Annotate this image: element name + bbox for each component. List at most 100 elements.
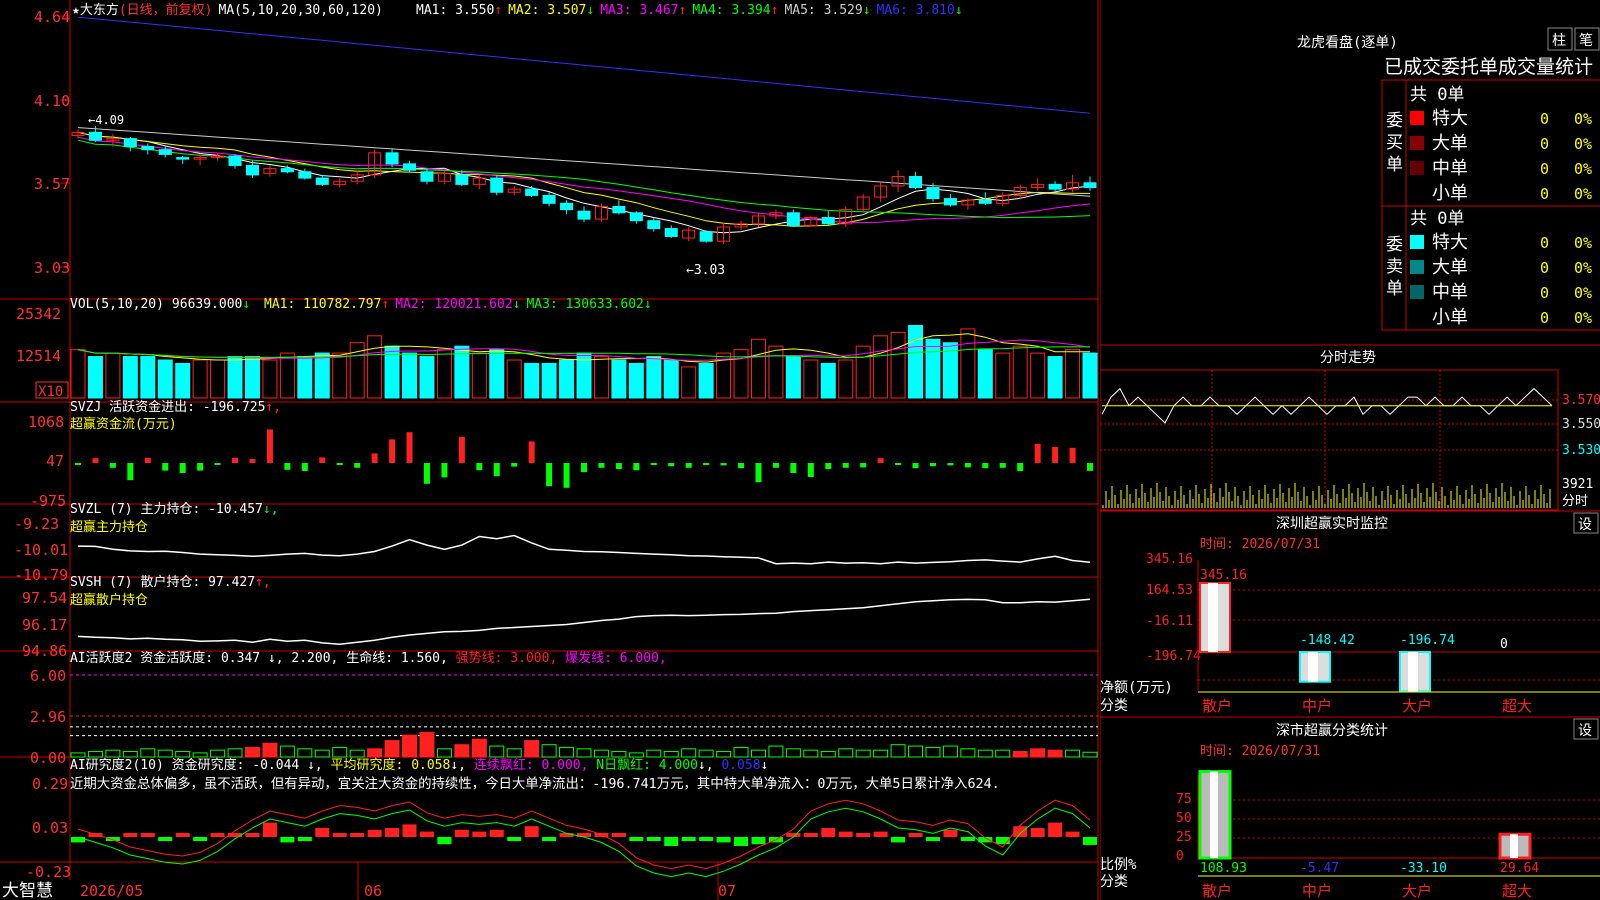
tick-mode-label[interactable]: 笔 <box>1579 33 1593 49</box>
fund-flow-panel[interactable] <box>75 429 1093 488</box>
fund-flow-bar <box>511 463 518 467</box>
y-tick: 0.03 <box>32 819 68 837</box>
order-color-swatch <box>1410 310 1424 324</box>
activity-bar <box>541 744 557 758</box>
fund-flow-bar <box>947 463 954 466</box>
fund-flow-bar <box>790 463 797 473</box>
research-bar <box>751 837 766 845</box>
activity-bar <box>716 751 732 758</box>
monitor-bar-highlight <box>1308 652 1318 682</box>
research-bar <box>315 828 330 837</box>
research-part: ↓ <box>761 758 769 773</box>
volume-bar <box>87 356 103 399</box>
fund-flow-bar <box>354 463 361 468</box>
activity-bar <box>873 749 889 758</box>
classify-category: 散户 <box>1202 882 1232 900</box>
activity-bar <box>838 748 854 758</box>
fund-flow-bar <box>458 437 465 463</box>
order-color-swatch <box>1410 136 1424 150</box>
candle-body <box>612 205 626 214</box>
research-bar <box>943 829 958 837</box>
right-side-panel[interactable]: 龙虎看盘(逐单) 柱 笔 已成交委托单成交量统计 委买单共 0单特大 0 0%大单 0… <box>1100 0 1600 900</box>
fund-flow-bar <box>476 463 483 471</box>
bar-mode-label[interactable]: 柱 <box>1552 33 1566 49</box>
date-label: 07 <box>718 882 736 900</box>
side-label-char: 卖 <box>1386 257 1403 277</box>
intraday-vol-unit: 分时 <box>1562 494 1588 509</box>
fund-flow-bar <box>825 463 832 469</box>
candle-body <box>943 198 957 206</box>
order-count: 0 <box>1540 135 1549 153</box>
monitor-settings-label[interactable]: 设 <box>1578 517 1592 533</box>
monitor-y-tick: 164.53 <box>1146 583 1193 598</box>
main-holding-panel[interactable] <box>77 534 1091 565</box>
retail-holding-panel[interactable] <box>77 598 1091 646</box>
classify-value-label: -5.47 <box>1300 861 1339 876</box>
activity-bar <box>140 748 156 758</box>
monitor-value-label: 0 <box>1500 637 1508 652</box>
date-axis: 大智慧 2026/05 06 07 <box>2 881 736 900</box>
classify-y-tick: 25 <box>1176 830 1192 845</box>
dragon-tiger-panel: 龙虎看盘(逐单) 柱 笔 已成交委托单成交量统计 委买单共 0单特大 0 0%大单 0… <box>1100 0 1600 345</box>
classify-chart: 75 50 25 0 108.93 散户 -5.47 中户 -33.10 大户 29.64 超大 <box>1176 770 1600 900</box>
fund-flow-bar <box>650 463 657 465</box>
classify-y-tick: 50 <box>1176 811 1192 826</box>
y-tick: -10.01 <box>14 541 68 559</box>
order-type-label: 中单 <box>1432 282 1468 303</box>
y-tick: 1068 <box>28 413 64 431</box>
volume-bar <box>803 359 819 399</box>
category-stats-panel[interactable]: 深市超赢分类统计 设 时间: 2026/07/31 75 50 25 0 108.93 散… <box>1100 716 1600 900</box>
classify-value-label: -33.10 <box>1400 861 1447 876</box>
ma-value: MA1: 3.550 <box>416 3 494 18</box>
fund-flow-bar <box>319 457 326 463</box>
order-total: 共 0单 <box>1410 209 1464 229</box>
order-pct: 0% <box>1574 110 1592 128</box>
fund-flow-bar <box>982 463 989 469</box>
research-bar <box>402 824 417 837</box>
volume-bar <box>750 338 766 399</box>
activity-bar <box>960 748 976 758</box>
side-label-char: 单 <box>1386 155 1403 175</box>
research-bar <box>210 833 225 837</box>
candle-body <box>298 171 312 179</box>
activity-part: ↓, 2.200, <box>268 651 346 666</box>
order-pct: 0% <box>1574 234 1592 252</box>
classify-settings-label[interactable]: 设 <box>1578 723 1592 739</box>
low-marker: ←3.03 <box>686 263 725 278</box>
candle-body <box>420 171 434 182</box>
research-bar <box>193 837 208 841</box>
price-panel[interactable]: ←4.09 ←3.03 <box>71 16 1097 278</box>
research-part: 0.058 <box>721 758 760 773</box>
fund-flow-bar <box>842 463 849 468</box>
fund-flow-bar <box>755 463 762 483</box>
activity-panel[interactable] <box>70 674 1098 758</box>
realtime-monitor-panel[interactable]: 深圳超赢实时监控 设 时间: 2026/07/31 345.16 164.53 -1… <box>1100 510 1600 715</box>
activity-bar <box>1065 749 1081 758</box>
intraday-panel[interactable]: 分时走势 3.570 3.550 3.530 3921 分时 <box>1100 344 1600 511</box>
activity-bar <box>314 749 330 758</box>
fund-flow-bar <box>860 463 867 468</box>
activity-bar <box>524 740 540 758</box>
left-chart-area[interactable]: ←4.09 ←3.03 4.64 4.10 3.57 3.03 25342 12… <box>0 0 1100 900</box>
ma-value: MA5: 3.529 <box>784 3 862 18</box>
brand-label: 大智慧 <box>2 881 53 900</box>
research-bar <box>228 833 243 837</box>
candle-body <box>280 168 294 173</box>
volume-bar <box>279 352 295 399</box>
classify-bar-highlight <box>1210 771 1218 858</box>
volume-panel[interactable] <box>70 324 1098 399</box>
fund-flow-bar <box>232 457 239 463</box>
fund-flow-bar <box>127 463 134 481</box>
research-comment: 近期大资金总体偏多，虽不活跃，但有异动，宜关注大资金的持续性，今日大单净流出：-… <box>70 775 1000 792</box>
order-count: 0 <box>1540 160 1549 178</box>
activity-bar <box>925 746 941 758</box>
ma-line-120 <box>77 16 1091 114</box>
activity-bar <box>105 749 121 758</box>
order-type-label: 中单 <box>1432 158 1468 179</box>
volume-bar <box>489 349 505 399</box>
research-panel[interactable] <box>71 799 1097 878</box>
monitor-category: 中户 <box>1302 697 1332 715</box>
candle-body <box>1083 182 1097 189</box>
retail-holding-line <box>77 598 1091 646</box>
volume-bar <box>646 356 662 399</box>
